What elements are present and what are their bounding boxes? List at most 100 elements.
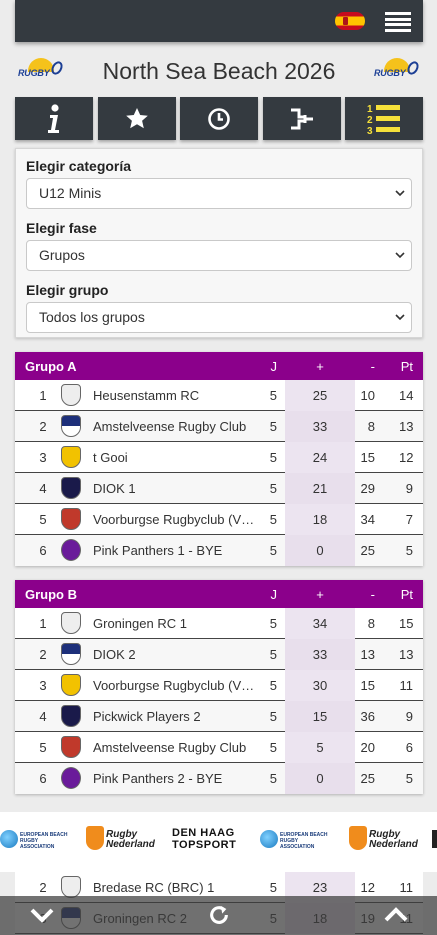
points-cell: 13: [399, 419, 414, 434]
for-cell: 18: [285, 504, 355, 535]
team-crest-icon: [61, 674, 83, 696]
category-select[interactable]: U12 Minis: [26, 178, 412, 209]
col-points: Pt: [400, 358, 413, 374]
svg-text:2: 2: [367, 115, 373, 126]
team-crest-icon: [61, 477, 83, 499]
points-cell: 12: [399, 450, 414, 465]
col-for: +: [316, 586, 324, 602]
sponsor-logo-partial: [432, 830, 437, 848]
points-cell: 9: [405, 481, 413, 496]
points-cell: 5: [405, 771, 413, 786]
star-icon: [125, 107, 148, 128]
table-row[interactable]: 4 Pickwick Players 2 5 15 36 9: [15, 701, 423, 732]
filters-card: Elegir categoría U12 Minis Elegir fase G…: [15, 148, 423, 338]
team-name: Heusenstamm RC: [93, 388, 200, 403]
team-name: DIOK 2: [93, 647, 136, 662]
table-row[interactable]: 2 Amstelveense Rugby Club 5 33 8 13: [15, 411, 423, 442]
team-crest-icon: [61, 643, 83, 665]
position-cell: 5: [39, 740, 47, 755]
played-cell: 5: [269, 481, 277, 496]
team-crest-icon: [61, 612, 83, 634]
position-cell: 1: [39, 616, 47, 631]
team-name: Amstelveense Rugby Club: [93, 419, 247, 434]
position-cell: 4: [39, 709, 47, 724]
for-cell: 0: [285, 763, 355, 794]
favorites-button[interactable]: [97, 97, 176, 140]
col-for: +: [316, 358, 324, 374]
table-row[interactable]: 1 Groningen RC 1 5 34 8 15: [15, 608, 423, 639]
standings-button[interactable]: 1 2 3: [345, 97, 423, 140]
info-button[interactable]: [15, 97, 93, 140]
for-cell: 25: [285, 380, 355, 411]
menu-icon[interactable]: [385, 12, 411, 32]
team-crest-icon: [61, 705, 83, 727]
for-cell: 5: [285, 732, 355, 763]
info-icon: [48, 103, 59, 133]
against-cell: 25: [360, 543, 375, 558]
group-name: Grupo A: [25, 358, 77, 374]
bracket-button[interactable]: [262, 97, 341, 140]
table-row[interactable]: 2 DIOK 2 5 33 13 13: [15, 639, 423, 670]
team-name: Voorburgse Rugbyclub (VRC): [93, 512, 261, 527]
points-cell: 13: [399, 647, 414, 662]
sponsor-den-haag-topsport-logo[interactable]: DEN HAAG TOPSPORT: [172, 827, 242, 855]
played-cell: 5: [269, 771, 277, 786]
group-name: Grupo B: [25, 586, 77, 602]
sponsor-rugby-nederland-logo[interactable]: Rugby Nederland: [86, 826, 156, 854]
played-cell: 5: [269, 616, 277, 631]
for-cell: 24: [285, 442, 355, 473]
team-crest-icon: [61, 415, 83, 437]
team-name: Pickwick Players 2: [93, 709, 201, 724]
table-row[interactable]: 1 Heusenstamm RC 5 25 10 14: [15, 380, 423, 411]
against-cell: 13: [360, 647, 375, 662]
table-row[interactable]: 6 Pink Panthers 1 - BYE 5 0 25 5: [15, 535, 423, 566]
team-crest-icon: [61, 539, 83, 561]
group-select[interactable]: Todos los grupos: [26, 302, 412, 333]
sponsor-erb-logo[interactable]: EUROPEAN BEACH RUGBY ASSOCIATION: [260, 826, 332, 854]
position-cell: 1: [39, 388, 47, 403]
table-row[interactable]: 5 Voorburgse Rugbyclub (VRC) 5 18 34 7: [15, 504, 423, 535]
table-row[interactable]: 3 Voorburgse Rugbyclub (VRC) 5 30 15 11: [15, 670, 423, 701]
against-cell: 15: [360, 678, 375, 693]
against-cell: 25: [360, 771, 375, 786]
clock-icon: [208, 107, 230, 130]
team-crest-icon: [61, 384, 83, 406]
for-cell: 15: [285, 701, 355, 732]
team-name: Pink Panthers 1 - BYE: [93, 543, 223, 558]
table-row[interactable]: 5 Amstelveense Rugby Club 5 5 20 6: [15, 732, 423, 763]
category-label: Elegir categoría: [26, 158, 132, 174]
against-cell: 29: [360, 481, 375, 496]
tournament-logo: RUGBY: [374, 58, 421, 82]
sponsor-erb-logo[interactable]: EUROPEAN BEACH RUGBY ASSOCIATION: [0, 826, 72, 854]
sponsor-rugby-nederland-logo[interactable]: Rugby Nederland: [349, 826, 419, 854]
spain-flag-icon[interactable]: [335, 12, 365, 30]
nav-toolbar: 1 2 3: [15, 97, 423, 140]
for-cell: 33: [285, 411, 355, 442]
table-row[interactable]: 3 t Gooi 5 24 15 12: [15, 442, 423, 473]
team-name: Voorburgse Rugbyclub (VRC): [93, 678, 261, 693]
chevron-up-icon[interactable]: [384, 904, 408, 926]
group-label: Elegir grupo: [26, 282, 109, 298]
against-cell: 8: [367, 419, 375, 434]
against-cell: 34: [360, 512, 375, 527]
played-cell: 5: [269, 647, 277, 662]
refresh-icon[interactable]: [207, 904, 231, 926]
phase-select[interactable]: Grupos: [26, 240, 412, 271]
position-cell: 3: [39, 450, 47, 465]
page-title: North Sea Beach 2026: [102, 58, 336, 84]
chevron-down-icon[interactable]: [30, 904, 54, 926]
team-crest-icon: [61, 876, 83, 898]
table-row[interactable]: 6 Pink Panthers 2 - BYE 5 0 25 5: [15, 763, 423, 794]
category-value: U12 Minis: [39, 185, 102, 201]
schedule-button[interactable]: [180, 97, 258, 140]
against-cell: 20: [360, 740, 375, 755]
page-header: RUGBY North Sea Beach 2026 RUGBY: [15, 52, 423, 92]
group-rows: 1 Heusenstamm RC 5 25 10 14 2 Amstelveense Rugb…: [15, 380, 423, 566]
for-cell: 34: [285, 608, 355, 639]
phase-label: Elegir fase: [26, 220, 97, 236]
team-crest-icon: [61, 508, 83, 530]
points-cell: 7: [405, 512, 413, 527]
table-row[interactable]: 4 DIOK 1 5 21 29 9: [15, 473, 423, 504]
for-cell: 30: [285, 670, 355, 701]
team-name: Pink Panthers 2 - BYE: [93, 771, 223, 786]
